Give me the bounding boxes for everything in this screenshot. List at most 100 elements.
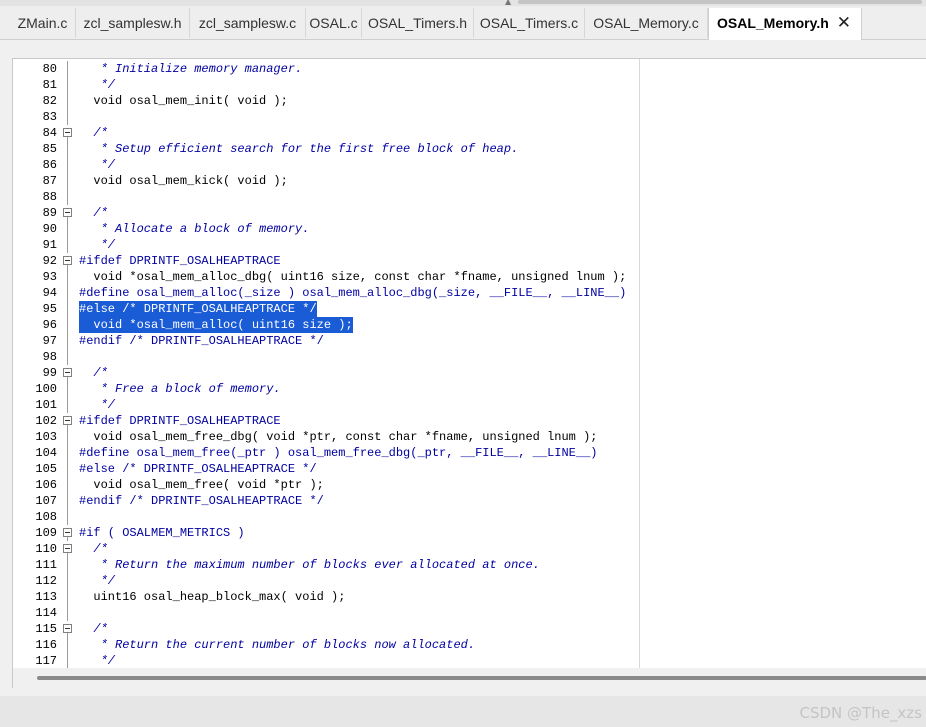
code-text[interactable]: #else /* DPRINTF_OSALHEAPTRACE */ <box>79 461 317 477</box>
line-number: 111 <box>35 558 57 572</box>
fold-guide <box>67 381 68 397</box>
code-text[interactable]: void osal_mem_free_dbg( void *ptr, const… <box>79 429 597 445</box>
line-number: 92 <box>42 254 57 268</box>
fold-collapse-icon[interactable] <box>63 128 72 137</box>
fold-guide <box>67 317 68 333</box>
code-text[interactable]: * Setup efficient search for the first f… <box>79 141 519 157</box>
code-text[interactable]: * Initialize memory manager. <box>79 61 303 77</box>
line-number: 115 <box>35 622 57 636</box>
file-tab-bar: ZMain.c zcl_samplesw.h zcl_samplesw.c OSAL.… <box>0 6 926 40</box>
code-text[interactable]: #ifdef DPRINTF_OSALHEAPTRACE <box>79 253 281 269</box>
code-text[interactable]: * Allocate a block of memory. <box>79 221 310 237</box>
code-text[interactable]: void osal_mem_init( void ); <box>79 93 287 109</box>
code-line: 93 void *osal_mem_alloc_dbg( uint16 size… <box>13 269 926 285</box>
fold-collapse-icon[interactable] <box>63 256 72 265</box>
line-number: 85 <box>42 142 57 156</box>
code-text[interactable]: */ <box>79 397 115 413</box>
code-text[interactable]: #endif /* DPRINTF_OSALHEAPTRACE */ <box>79 333 324 349</box>
code-line: 114 <box>13 605 926 621</box>
horizontal-scrollbar[interactable] <box>12 668 926 688</box>
code-text[interactable]: */ <box>79 573 115 589</box>
code-text[interactable]: #endif /* DPRINTF_OSALHEAPTRACE */ <box>79 493 324 509</box>
code-text[interactable]: void osal_mem_free( void *ptr ); <box>79 477 323 493</box>
line-number: 106 <box>35 478 57 492</box>
code-text[interactable]: #define osal_mem_free(_ptr ) osal_mem_fr… <box>79 445 597 461</box>
code-line: 110 /* <box>13 541 926 557</box>
file-tab[interactable]: OSAL_Memory.h ✕ <box>708 8 862 40</box>
code-text[interactable]: #if ( OSALMEM_METRICS ) <box>79 525 245 541</box>
code-text[interactable]: /* <box>79 205 107 221</box>
line-number: 81 <box>42 78 57 92</box>
code-text[interactable]: * Return the maximum number of blocks ev… <box>79 557 540 573</box>
code-line: 99 /* <box>13 365 926 381</box>
code-line: 102 #ifdef DPRINTF_OSALHEAPTRACE <box>13 413 926 429</box>
code-text[interactable]: * Return the current number of blocks no… <box>79 637 475 653</box>
code-text[interactable]: * Free a block of memory. <box>79 381 281 397</box>
fold-collapse-icon[interactable] <box>63 208 72 217</box>
fold-guide <box>67 573 68 589</box>
fold-guide <box>67 397 68 413</box>
top-scrollbar-thumb[interactable] <box>518 0 922 4</box>
line-number: 95 <box>42 302 57 316</box>
fold-guide <box>67 109 68 125</box>
file-tab[interactable]: ZMain.c <box>10 8 76 38</box>
code-text[interactable]: */ <box>79 157 115 173</box>
fold-collapse-icon[interactable] <box>63 624 72 633</box>
fold-guide <box>67 77 68 93</box>
code-text[interactable]: */ <box>79 77 115 93</box>
code-text[interactable]: */ <box>79 237 115 253</box>
horizontal-scrollbar-thumb[interactable] <box>37 676 926 680</box>
code-line: 103 void osal_mem_free_dbg( void *ptr, c… <box>13 429 926 445</box>
fold-collapse-icon[interactable] <box>63 544 72 553</box>
code-text[interactable]: void *osal_mem_alloc_dbg( uint16 size, c… <box>79 269 626 285</box>
fold-guide <box>67 557 68 573</box>
line-number: 99 <box>42 366 57 380</box>
code-text[interactable]: #define osal_mem_alloc(_size ) osal_mem_… <box>79 285 626 301</box>
selected-code-text[interactable]: #else /* DPRINTF_OSALHEAPTRACE */ <box>79 301 317 317</box>
fold-guide <box>67 349 68 365</box>
code-line: 107 #endif /* DPRINTF_OSALHEAPTRACE */ <box>13 493 926 509</box>
fold-guide <box>67 237 68 253</box>
fold-guide <box>67 285 68 301</box>
fold-guide <box>67 269 68 285</box>
file-tab[interactable]: OSAL_Memory.c <box>585 8 708 38</box>
file-tab[interactable]: OSAL_Timers.c <box>474 8 585 38</box>
selected-code-text[interactable]: void *osal_mem_alloc( uint16 size ); <box>79 317 353 333</box>
code-text[interactable]: /* <box>79 621 107 637</box>
tab-label: zcl_samplesw.h <box>83 15 182 31</box>
file-tab[interactable]: zcl_samplesw.c <box>190 8 306 38</box>
code-line: 108 <box>13 509 926 525</box>
code-line: 82 void osal_mem_init( void ); <box>13 93 926 109</box>
code-line: 81 */ <box>13 77 926 93</box>
file-tab[interactable]: OSAL_Timers.h <box>362 8 474 38</box>
code-editor[interactable]: 80 * Initialize memory manager. 81 */82 v… <box>12 58 926 669</box>
line-number: 107 <box>35 494 57 508</box>
line-number: 84 <box>42 126 57 140</box>
code-text[interactable]: */ <box>79 653 115 669</box>
fold-collapse-icon[interactable] <box>63 528 72 537</box>
fold-collapse-icon[interactable] <box>63 416 72 425</box>
fold-guide <box>67 637 68 653</box>
fold-guide <box>67 157 68 173</box>
close-icon[interactable]: ✕ <box>837 8 851 38</box>
file-tab[interactable]: OSAL.c <box>306 8 362 38</box>
code-text[interactable]: /* <box>79 125 107 141</box>
line-number: 98 <box>42 350 57 364</box>
code-text[interactable]: #ifdef DPRINTF_OSALHEAPTRACE <box>79 413 281 429</box>
line-number: 97 <box>42 334 57 348</box>
code-text[interactable]: uint16 osal_heap_block_max( void ); <box>79 589 345 605</box>
code-text[interactable]: void osal_mem_kick( void ); <box>79 173 287 189</box>
code-text[interactable]: /* <box>79 365 107 381</box>
code-line: 109 #if ( OSALMEM_METRICS ) <box>13 525 926 541</box>
code-text[interactable]: /* <box>79 541 107 557</box>
fold-guide <box>67 477 68 493</box>
file-tab[interactable]: zcl_samplesw.h <box>76 8 190 38</box>
code-line: 98 <box>13 349 926 365</box>
code-line: 111 * Return the maximum number of block… <box>13 557 926 573</box>
watermark: CSDN @The_xzs <box>799 704 923 722</box>
fold-collapse-icon[interactable] <box>63 368 72 377</box>
fold-guide <box>67 301 68 317</box>
fold-guide <box>67 605 68 621</box>
code-line: 84 /* <box>13 125 926 141</box>
line-number: 112 <box>35 574 57 588</box>
